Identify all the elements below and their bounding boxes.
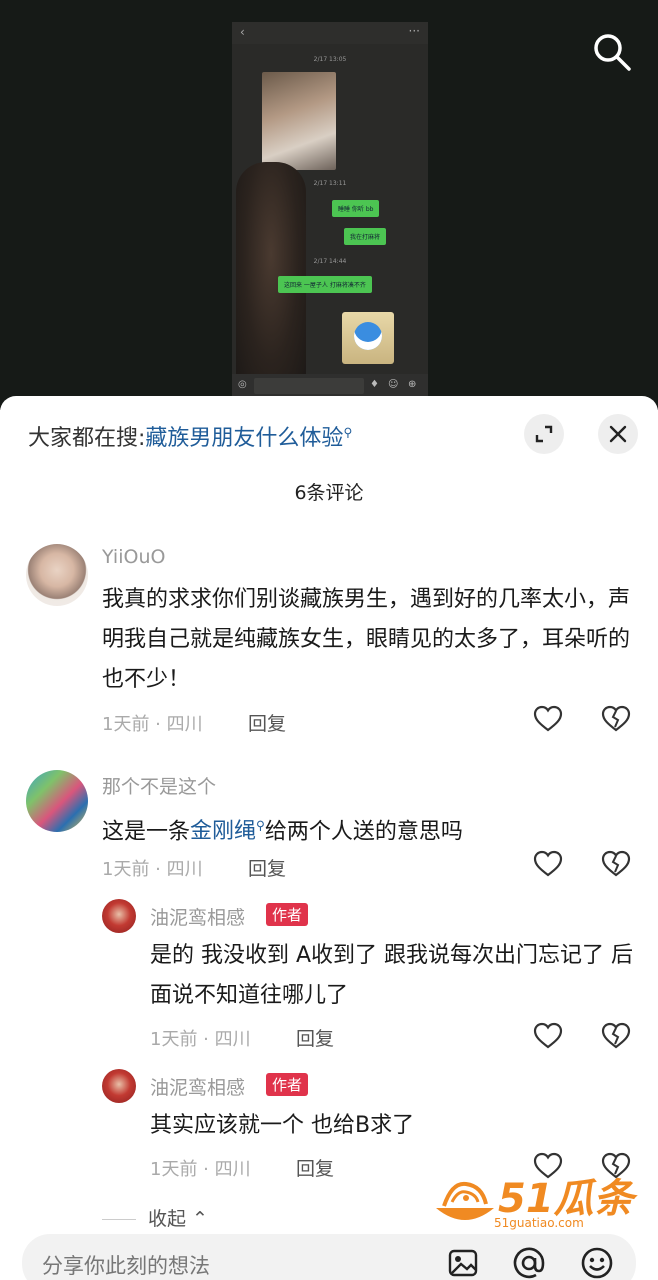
- search-icon: [594, 34, 631, 71]
- reply-meta: 1天前 · 四川: [150, 1159, 251, 1180]
- avatar[interactable]: [26, 770, 88, 832]
- comment-input[interactable]: 分享你此刻的想法: [22, 1234, 636, 1280]
- avatar[interactable]: [102, 899, 136, 933]
- heart-icon[interactable]: [532, 848, 564, 880]
- screenshot-bubble: 睡睡 你听 bb: [332, 200, 380, 217]
- plus-icon: ⊕: [408, 379, 417, 390]
- video-background[interactable]: ‹ ··· 2/17 13:05 2/17 13:11 睡睡 你听 bb 我在打…: [0, 0, 658, 410]
- watermark-logo: 51瓜条 51guatiao.com: [432, 1172, 642, 1236]
- screenshot-input-bar: ◎ ♦ ☺ ⊕: [232, 374, 428, 398]
- chevron-up-icon: ⌃: [186, 1208, 208, 1230]
- screenshot-timestamp: 2/17 14:44: [313, 258, 347, 265]
- comment-count: 6条评论: [294, 482, 364, 504]
- comment-text: 我真的求求你们别谈藏族男生，遇到好的几率太小，声明我自己就是纯藏族女生，眼睛见的…: [102, 587, 631, 692]
- reply-meta: 1天前 · 四川: [150, 1029, 251, 1050]
- expand-icon: [535, 425, 553, 443]
- author-badge: 作者: [266, 903, 309, 926]
- doraemon-sticker: [342, 312, 394, 364]
- avatar[interactable]: [102, 1069, 136, 1103]
- avatar[interactable]: [26, 544, 88, 606]
- search-small-icon: ⚲: [256, 819, 265, 833]
- comment-username[interactable]: YiiOuO: [102, 546, 165, 568]
- dislike-broken-heart-icon[interactable]: [600, 1020, 632, 1052]
- close-button[interactable]: [598, 414, 638, 454]
- author-badge: 作者: [266, 1073, 309, 1096]
- reply-username[interactable]: 油泥鸾相感: [150, 1073, 245, 1100]
- screenshot-timestamp: 2/17 13:05: [313, 56, 347, 63]
- watermark-url: 51guatiao.com: [494, 1216, 584, 1230]
- heart-icon[interactable]: [532, 1020, 564, 1052]
- close-icon: [609, 425, 627, 443]
- more-dots-icon: ···: [408, 24, 420, 38]
- image-icon[interactable]: [446, 1246, 480, 1280]
- mic-icon: ♦: [370, 379, 379, 390]
- comment-meta: 1天前 · 四川: [102, 859, 203, 880]
- collapse-replies-button[interactable]: 收起 ⌃: [102, 1204, 208, 1231]
- reply-button[interactable]: 回复: [248, 709, 286, 736]
- heart-icon[interactable]: [532, 703, 564, 735]
- emoji-icon: ☺: [388, 379, 399, 390]
- search-suggestion: 大家都在搜:藏族男朋友什么体验⚲: [28, 420, 352, 452]
- comment-text: 这是一条金刚绳⚲给两个人送的意思吗: [102, 819, 463, 845]
- emoji-icon[interactable]: [580, 1246, 614, 1280]
- comment-input-placeholder: 分享你此刻的想法: [42, 1254, 210, 1278]
- voice-icon: ◎: [238, 379, 247, 390]
- chat-screenshot-image: ‹ ··· 2/17 13:05 2/17 13:11 睡睡 你听 bb 我在打…: [232, 22, 428, 398]
- comment-meta: 1天前 · 四川: [102, 714, 203, 735]
- suggestion-prefix: 大家都在搜:: [28, 426, 146, 451]
- divider-line: [102, 1219, 136, 1220]
- watermark-melon-icon: [436, 1181, 494, 1220]
- mention-at-icon[interactable]: [512, 1246, 546, 1280]
- comment-username[interactable]: 那个不是这个: [102, 772, 216, 799]
- search-button[interactable]: [590, 30, 634, 74]
- screenshot-input-field: [254, 378, 364, 394]
- inline-search-link[interactable]: 金刚绳⚲: [190, 819, 265, 844]
- screenshot-bubble: 我在打麻将: [344, 228, 387, 245]
- suggestion-query-link[interactable]: 藏族男朋友什么体验⚲: [145, 426, 352, 451]
- reply-button[interactable]: 回复: [248, 854, 286, 881]
- dislike-broken-heart-icon[interactable]: [600, 703, 632, 735]
- back-chevron-icon: ‹: [240, 25, 245, 39]
- screenshot-bubble: 这回来 一屋子人 打麻将凑不齐: [278, 276, 372, 293]
- reply-text: 其实应该就一个 也给B求了: [150, 1113, 415, 1138]
- reply-button[interactable]: 回复: [296, 1154, 334, 1181]
- dislike-broken-heart-icon[interactable]: [600, 848, 632, 880]
- comment-sheet: 大家都在搜:藏族男朋友什么体验⚲ 6条评论 YiiOuO 我真的求求你们别谈藏族…: [0, 396, 658, 1280]
- screenshot-header: ‹ ···: [232, 22, 428, 44]
- reply-username[interactable]: 油泥鸾相感: [150, 903, 245, 930]
- expand-button[interactable]: [524, 414, 564, 454]
- search-small-icon: ⚲: [343, 425, 353, 440]
- reply-text: 是的 我没收到 A收到了 跟我说每次出门忘记了 后面说不知道往哪儿了: [150, 943, 634, 1008]
- reply-button[interactable]: 回复: [296, 1024, 334, 1051]
- screenshot-photo: [262, 72, 336, 170]
